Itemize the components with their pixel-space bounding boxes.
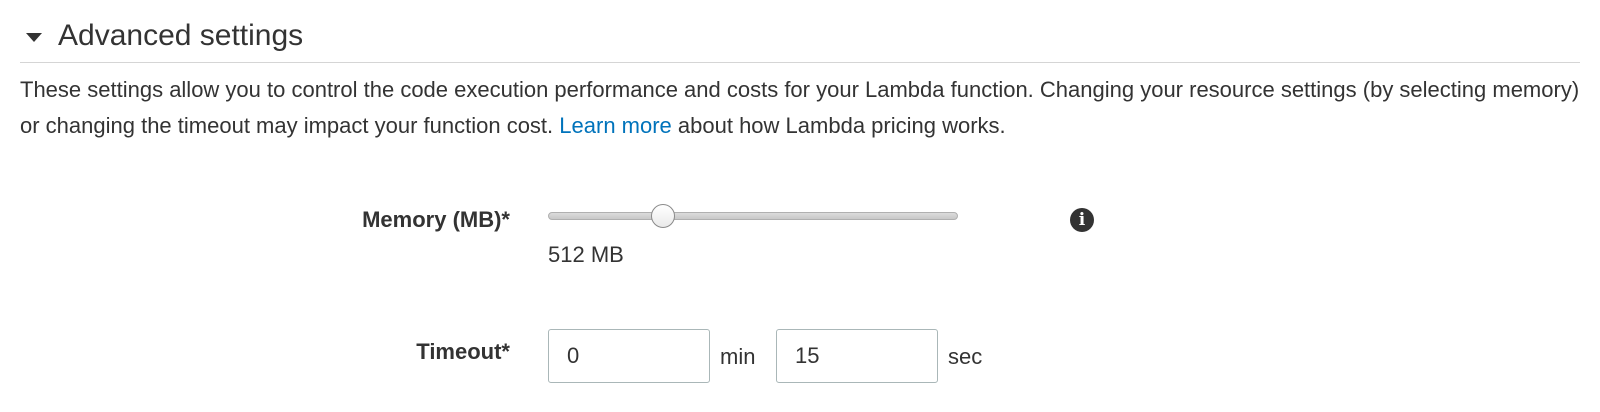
- memory-slider-track[interactable]: [548, 212, 958, 220]
- advanced-settings-panel: Advanced settings These settings allow y…: [0, 0, 1600, 412]
- timeout-label: Timeout*: [416, 339, 510, 364]
- memory-label: Memory (MB)*: [362, 207, 510, 232]
- memory-slider[interactable]: [548, 204, 958, 229]
- minutes-unit-label: min: [720, 344, 756, 369]
- section-title: Advanced settings: [58, 19, 304, 52]
- seconds-unit-label: sec: [948, 344, 983, 369]
- description-text-end: about how Lambda pricing works.: [671, 113, 1006, 138]
- memory-slider-thumb[interactable]: [650, 204, 675, 228]
- timeout-seconds-input[interactable]: [776, 329, 938, 383]
- memory-value: 512 MB: [548, 242, 624, 267]
- learn-more-link[interactable]: Learn more: [559, 113, 672, 138]
- caret-down-icon: [26, 32, 42, 42]
- section-description: These settings allow you to control the …: [20, 72, 1580, 144]
- advanced-settings-toggle[interactable]: Advanced settings: [20, 10, 1580, 63]
- info-icon[interactable]: i: [1070, 208, 1094, 232]
- timeout-minutes-input[interactable]: [548, 329, 710, 383]
